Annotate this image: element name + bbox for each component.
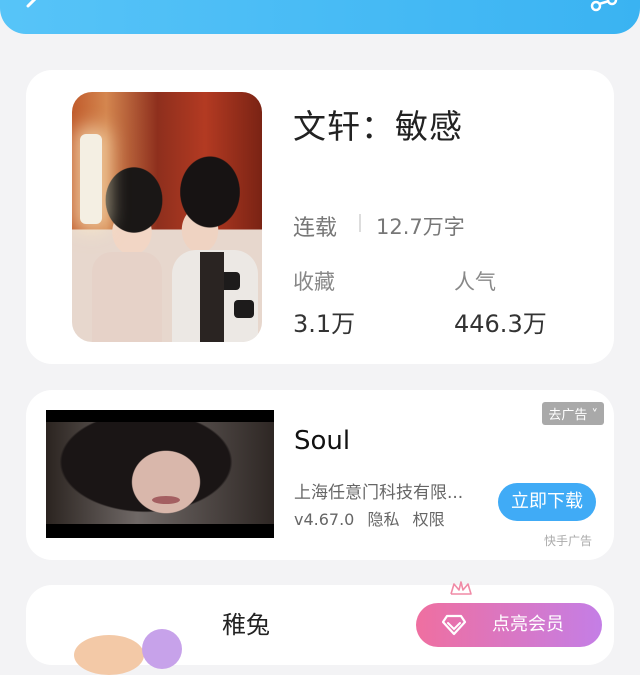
remove-ad-button[interactable]: 去广告 ˅ [542, 402, 604, 425]
ad-source: 快手广告 [543, 534, 592, 548]
word-count: 12.7万字 [376, 215, 465, 239]
ad-card[interactable]: 去广告 ˅ Soul 上海任意门科技有限... v4.67.0 隐私 权限 立即… [26, 390, 614, 560]
ad-privacy-link[interactable]: 隐私 [367, 510, 399, 529]
ad-image[interactable] [46, 410, 274, 538]
favorites-label: 收藏 [293, 270, 335, 294]
ad-company: 上海任意门科技有限... [294, 483, 464, 503]
user-name: 稚兔 [222, 611, 270, 639]
ad-app-name: Soul [294, 426, 351, 456]
share-icon[interactable] [588, 0, 618, 20]
ad-permissions-link[interactable]: 权限 [413, 510, 445, 529]
divider [359, 214, 361, 232]
book-title: 文轩：敏感 [293, 107, 463, 146]
popularity-label: 人气 [454, 270, 496, 294]
user-card: 稚兔 点亮会员 [26, 581, 614, 675]
vip-button-label: 点亮会员 [492, 614, 564, 635]
avatar [142, 629, 182, 669]
download-button[interactable]: 立即下载 [498, 483, 596, 521]
back-arrow-icon[interactable] [20, 0, 46, 20]
book-cover-image[interactable] [72, 92, 262, 342]
popularity-value: 446.3万 [454, 310, 547, 338]
serial-status: 连载 [293, 216, 338, 241]
crown-icon [450, 581, 472, 595]
book-info-card: 文轩：敏感 连载 12.7万字 收藏 3.1万 人气 446.3万 [26, 70, 614, 364]
diamond-icon [442, 614, 466, 636]
top-bar [0, 0, 640, 34]
vip-button[interactable]: 点亮会员 [416, 603, 602, 647]
ad-meta: v4.67.0 隐私 权限 [294, 506, 453, 530]
favorites-value: 3.1万 [293, 310, 356, 338]
ad-version: v4.67.0 [294, 510, 355, 529]
avatar [74, 635, 144, 675]
